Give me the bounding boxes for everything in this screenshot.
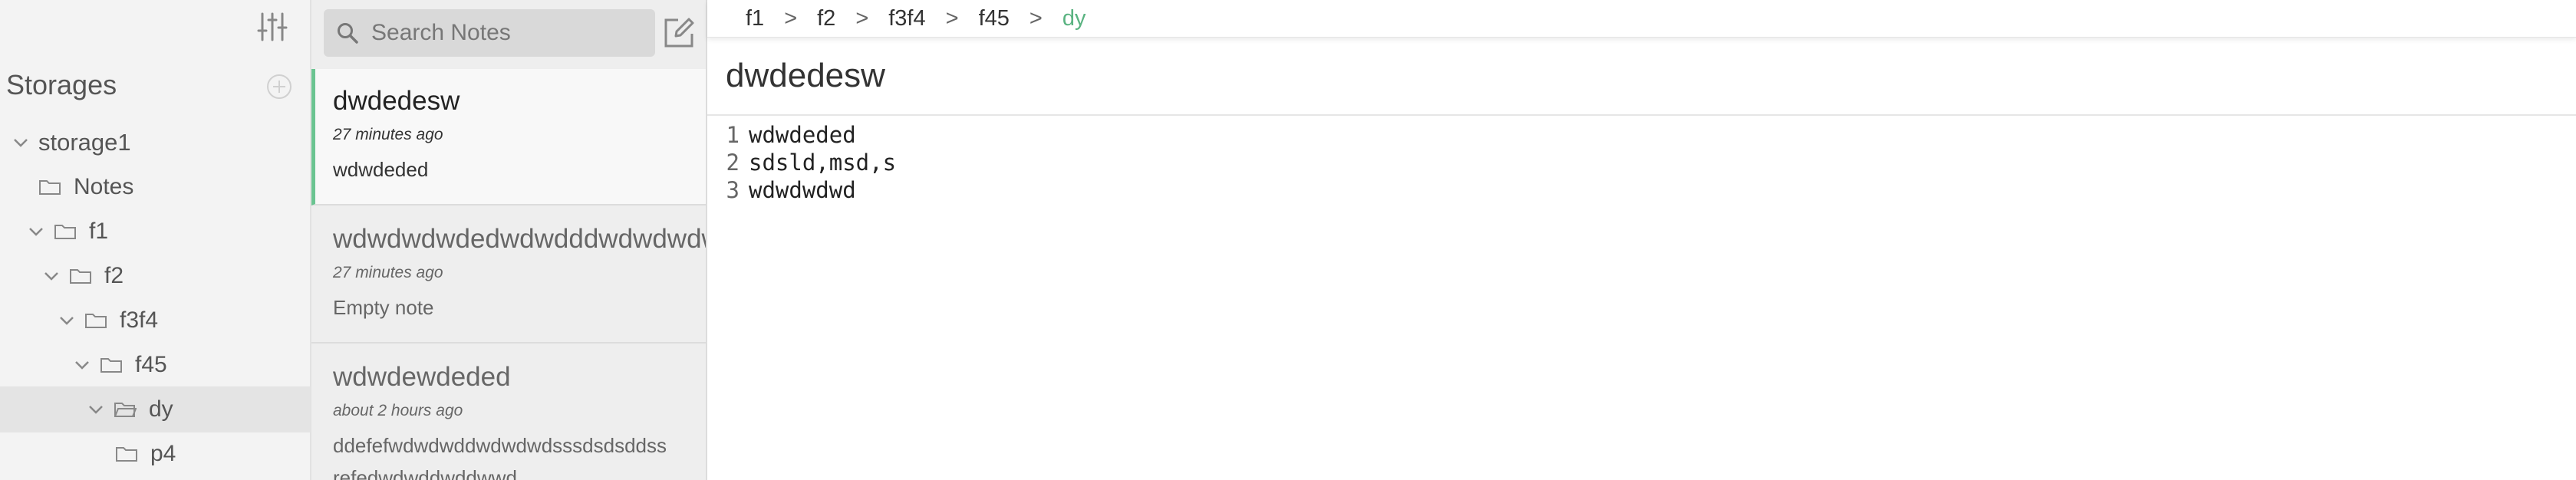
note-preview-line: refedwdwddwddwwd bbox=[333, 466, 517, 480]
new-note-edit-icon[interactable] bbox=[661, 15, 697, 51]
note-preview: Empty note bbox=[333, 291, 434, 324]
folder-icon bbox=[54, 222, 77, 242]
note-editor: f1 > f2 > f3f4 > f45 > dy dwdedesw 1 wdwdeded 2 sds… bbox=[707, 0, 2576, 480]
tree-item-label: p4 bbox=[150, 441, 176, 466]
code-line[interactable]: 2 sdsld,msd,s bbox=[707, 149, 897, 176]
note-title: dwdedesw bbox=[726, 57, 885, 94]
tree-item-label: f3f4 bbox=[120, 307, 159, 333]
line-text: sdsld,msd,s bbox=[749, 150, 897, 176]
note-list-item[interactable]: dwdedesw 27 minutes ago wdwdeded bbox=[311, 69, 706, 205]
breadcrumb-item[interactable]: f3f4 bbox=[888, 6, 925, 31]
line-number: 3 bbox=[726, 177, 740, 203]
title-divider bbox=[707, 114, 2576, 116]
breadcrumb: f1 > f2 > f3f4 > f45 > dy bbox=[707, 0, 2576, 38]
folder-icon bbox=[38, 177, 61, 197]
chevron-down-icon[interactable] bbox=[72, 355, 92, 375]
breadcrumb-separator: > bbox=[945, 5, 959, 31]
breadcrumb-separator: > bbox=[1029, 5, 1043, 31]
code-line[interactable]: 3 wdwdwdwd bbox=[707, 176, 896, 204]
tree-item-label: storage1 bbox=[38, 129, 131, 156]
note-title: wdwdewdeded bbox=[333, 362, 511, 392]
note-preview-line: wdwdeded bbox=[333, 158, 429, 181]
chevron-down-icon[interactable] bbox=[11, 133, 31, 153]
storages-title: Storages bbox=[6, 69, 117, 100]
breadcrumb-separator: > bbox=[855, 5, 869, 31]
tree-item-label: f45 bbox=[135, 352, 167, 377]
folder-item[interactable]: dy bbox=[0, 386, 310, 432]
line-text: wdwdeded bbox=[749, 122, 856, 148]
folder-icon bbox=[100, 355, 123, 375]
breadcrumb-item[interactable]: dy bbox=[1062, 6, 1086, 31]
note-timestamp: 27 minutes ago bbox=[333, 126, 443, 143]
note-preview: ddefefwdwdwddwdwdwdsssdsdsddss refedwdwdd… bbox=[333, 429, 667, 480]
chevron-down-icon[interactable] bbox=[57, 311, 77, 330]
tree-item-label: f2 bbox=[104, 263, 124, 288]
line-text: wdwdwdwd bbox=[749, 177, 856, 203]
sidebar: Storages storage1 Notes f1 f2 f3f4 f45 dy p4 bbox=[0, 0, 311, 480]
breadcrumb-item[interactable]: f1 bbox=[746, 6, 764, 31]
code-editor[interactable]: 1 wdwdeded 2 sdsld,msd,s 3 wdwdwdwd bbox=[707, 121, 897, 204]
note-preview-line: ddefefwdwdwddwdwdwdsssdsdsddss bbox=[333, 434, 667, 457]
tree-item-label: Notes bbox=[74, 174, 134, 199]
add-storage-plus-icon[interactable] bbox=[265, 73, 293, 100]
note-list: dwdedesw 27 minutes ago wdwdeded wdwdwdwded… bbox=[311, 0, 707, 480]
preferences-sliders-icon[interactable] bbox=[256, 11, 288, 43]
folder-icon bbox=[84, 311, 107, 330]
folder-item[interactable]: f3f4 bbox=[0, 298, 310, 344]
chevron-down-icon[interactable] bbox=[41, 266, 61, 286]
breadcrumb-separator: > bbox=[784, 5, 798, 31]
folder-item[interactable]: Notes bbox=[0, 164, 310, 210]
breadcrumb-item[interactable]: f2 bbox=[817, 6, 835, 31]
note-title: dwdedesw bbox=[333, 86, 460, 116]
line-number: 2 bbox=[726, 150, 740, 176]
note-title: wdwdwdwdedwdwdddwdwdwdw bbox=[333, 224, 706, 254]
note-timestamp: 27 minutes ago bbox=[333, 264, 443, 281]
tree-item-label: dy bbox=[149, 396, 173, 422]
tree-item-label: f1 bbox=[89, 219, 109, 244]
folder-item[interactable]: f2 bbox=[0, 253, 310, 299]
folder-item[interactable]: f1 bbox=[0, 209, 310, 255]
search-icon bbox=[336, 21, 359, 44]
note-preview-line: Empty note bbox=[333, 296, 434, 319]
search-input[interactable] bbox=[370, 19, 657, 47]
folder-icon bbox=[69, 266, 92, 286]
folder-item[interactable]: f45 bbox=[0, 342, 310, 388]
chevron-down-icon[interactable] bbox=[86, 399, 106, 419]
note-timestamp: about 2 hours ago bbox=[333, 402, 463, 419]
note-list-item[interactable]: wdwdwdwdedwdwdddwdwdwdw 27 minutes ago Emp… bbox=[311, 207, 706, 344]
code-line[interactable]: 1 wdwdeded bbox=[707, 121, 896, 149]
line-number: 1 bbox=[726, 122, 740, 148]
folder-item[interactable]: p4 bbox=[0, 431, 310, 477]
note-preview: wdwdeded bbox=[333, 153, 428, 186]
breadcrumb-item[interactable]: f45 bbox=[979, 6, 1010, 31]
chevron-down-icon[interactable] bbox=[26, 222, 46, 242]
search-box[interactable] bbox=[324, 9, 657, 57]
folder-icon bbox=[115, 444, 138, 464]
storage-item[interactable]: storage1 bbox=[0, 120, 310, 166]
note-list-item[interactable]: wdwdewdeded about 2 hours ago ddefefwdwdwd… bbox=[311, 345, 706, 480]
folder-open-icon bbox=[114, 399, 137, 419]
